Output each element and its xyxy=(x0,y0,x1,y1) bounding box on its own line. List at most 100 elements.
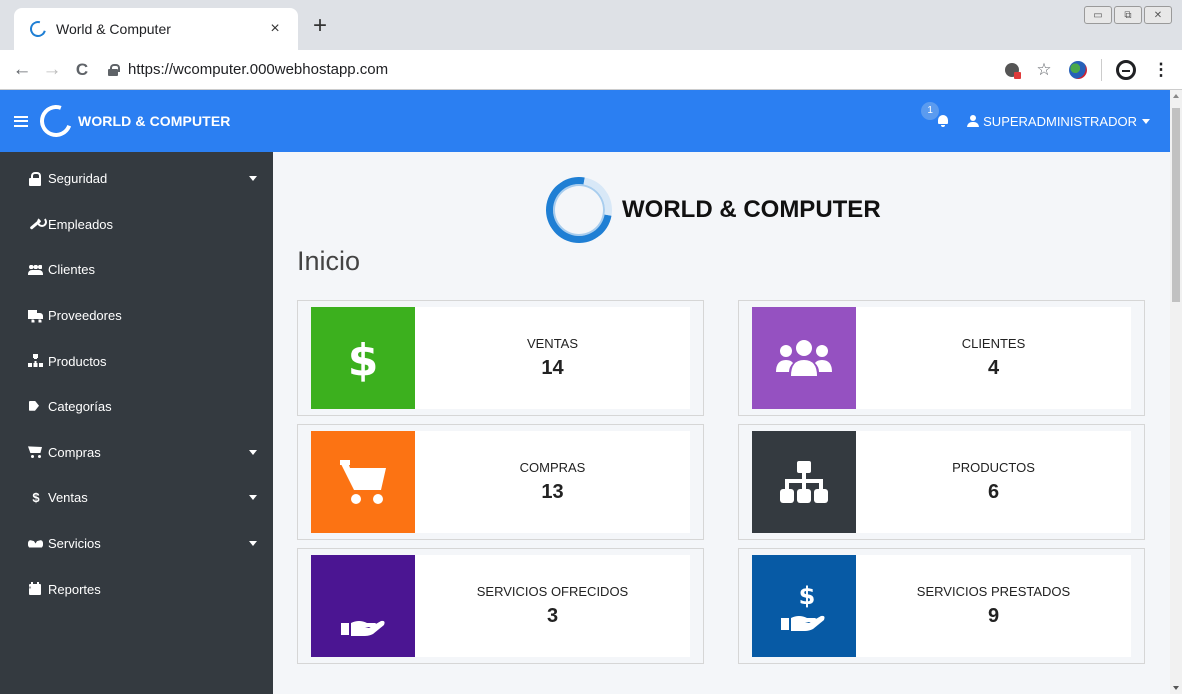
sidebar-item-label: Reportes xyxy=(48,581,101,597)
tab-title: World & Computer xyxy=(56,21,171,37)
cart-icon xyxy=(311,431,415,533)
users-icon xyxy=(752,307,856,409)
sidebar-item-label: Ventas xyxy=(48,490,88,506)
users-icon xyxy=(28,263,44,277)
hand-holding-dollar-icon: $ xyxy=(752,555,856,657)
caret-down-icon xyxy=(249,449,257,455)
user-icon xyxy=(967,115,980,127)
url-input[interactable]: https://wcomputer.000webhostapp.com xyxy=(108,55,1005,85)
wrench-icon xyxy=(28,217,47,231)
sidebar-item-ventas[interactable]: $ Ventas xyxy=(0,475,273,521)
card-value: 14 xyxy=(541,357,564,379)
bell-icon[interactable] xyxy=(937,115,949,127)
sidebar-item-categorias[interactable]: Categorías xyxy=(0,384,273,430)
lock-icon xyxy=(28,171,44,186)
scroll-up-arrow-icon[interactable] xyxy=(1173,94,1179,98)
card-label: SERVICIOS PRESTADOS xyxy=(916,584,1071,599)
card-clientes[interactable]: CLIENTES 4 xyxy=(738,300,1145,416)
brand-name[interactable]: WORLD & COMPUTER xyxy=(78,113,230,129)
card-value: 9 xyxy=(987,605,1000,627)
card-label: SERVICIOS OFRECIDOS xyxy=(476,584,629,599)
card-value: 6 xyxy=(987,481,1000,503)
page-title: Inicio xyxy=(297,246,361,276)
caret-down-icon xyxy=(249,540,257,546)
dollar-icon: $ xyxy=(311,307,415,409)
svg-text:$: $ xyxy=(799,582,816,610)
sidebar-item-reportes[interactable]: Reportes xyxy=(0,566,273,612)
sidebar-item-label: Clientes xyxy=(48,262,95,278)
main-content: WORLD & COMPUTER Inicio $ VENTAS 14 CLIE… xyxy=(273,152,1170,694)
profile-icon[interactable] xyxy=(1116,59,1136,80)
caret-down-icon xyxy=(249,495,257,501)
svg-text:$: $ xyxy=(348,335,379,383)
sidebar-item-label: Seguridad xyxy=(48,171,108,187)
browser-tab[interactable]: World & Computer × xyxy=(14,8,298,50)
card-value: 4 xyxy=(987,357,1000,379)
browser-menu-icon[interactable]: ⋮ xyxy=(1150,59,1172,81)
card-compras[interactable]: COMPRAS 13 xyxy=(297,424,704,540)
bookmark-star-icon[interactable]: ☆ xyxy=(1033,59,1055,81)
close-window-button[interactable]: ✕ xyxy=(1144,6,1172,24)
sidebar: Seguridad Empleados Clientes Proveedores… xyxy=(0,152,273,694)
address-bar: ← → C https://wcomputer.000webhostapp.co… xyxy=(0,50,1182,90)
sitemap-icon xyxy=(28,354,44,368)
minimize-button[interactable]: ▭ xyxy=(1084,6,1112,24)
top-navbar: WORLD & COMPUTER 1 SUPERADMINISTRADOR xyxy=(0,90,1170,152)
page-scrollbar[interactable] xyxy=(1170,90,1182,694)
main-logo: WORLD & COMPUTER xyxy=(533,164,881,256)
caret-down-icon xyxy=(249,176,257,181)
sidebar-item-label: Categorías xyxy=(48,399,112,415)
toolbar-separator xyxy=(1101,58,1102,81)
sitemap-icon xyxy=(752,431,856,533)
scroll-down-arrow-icon[interactable] xyxy=(1173,686,1179,690)
sidebar-item-productos[interactable]: Productos xyxy=(0,338,273,384)
blocked-translate-icon[interactable] xyxy=(1005,62,1021,79)
card-label: COMPRAS xyxy=(519,460,586,475)
window-controls: ▭ ⧉ ✕ xyxy=(1084,6,1172,24)
restore-button[interactable]: ⧉ xyxy=(1114,6,1142,24)
sidebar-item-label: Servicios xyxy=(48,536,101,552)
brand-logo-icon xyxy=(34,99,78,143)
hamburger-menu-icon[interactable] xyxy=(14,115,28,127)
extension-globe-icon[interactable] xyxy=(1069,60,1087,79)
calendar-icon xyxy=(28,582,44,596)
sidebar-item-seguridad[interactable]: Seguridad xyxy=(0,156,273,202)
sidebar-item-proveedores[interactable]: Proveedores xyxy=(0,293,273,339)
sidebar-item-label: Empleados xyxy=(48,216,114,232)
card-ventas[interactable]: $ VENTAS 14 xyxy=(297,300,704,416)
card-servicios-ofrecidos[interactable]: SERVICIOS OFRECIDOS 3 xyxy=(297,548,704,664)
truck-icon xyxy=(28,309,44,323)
sidebar-item-label: Compras xyxy=(48,444,101,460)
url-text: https://wcomputer.000webhostapp.com xyxy=(128,61,389,78)
handshake-icon xyxy=(28,537,44,551)
lock-icon xyxy=(108,63,120,76)
tab-close-icon[interactable]: × xyxy=(266,20,284,38)
user-menu[interactable]: SUPERADMINISTRADOR xyxy=(983,114,1137,129)
card-label: PRODUCTOS xyxy=(952,460,1035,475)
brand-ring-logo-icon xyxy=(533,164,625,256)
sidebar-item-label: Productos xyxy=(48,353,107,369)
back-button[interactable]: ← xyxy=(10,58,34,82)
card-productos[interactable]: PRODUCTOS 6 xyxy=(738,424,1145,540)
reload-button[interactable]: C xyxy=(70,58,94,82)
card-value: 3 xyxy=(546,605,559,627)
new-tab-button[interactable]: + xyxy=(308,14,332,38)
card-servicios-prestados[interactable]: $ SERVICIOS PRESTADOS 9 xyxy=(738,548,1145,664)
tag-icon xyxy=(28,400,44,414)
chevron-down-icon[interactable] xyxy=(1142,118,1150,124)
sidebar-item-clientes[interactable]: Clientes xyxy=(0,247,273,293)
sidebar-item-compras[interactable]: Compras xyxy=(0,430,273,476)
cart-icon xyxy=(28,445,44,459)
scroll-thumb[interactable] xyxy=(1172,108,1180,302)
hand-holding-icon xyxy=(311,555,415,657)
sidebar-item-label: Proveedores xyxy=(48,308,122,324)
sidebar-item-servicios[interactable]: Servicios xyxy=(0,521,273,567)
forward-button[interactable]: → xyxy=(40,58,64,82)
sidebar-item-empleados[interactable]: Empleados xyxy=(0,202,273,248)
app: WORLD & COMPUTER 1 SUPERADMINISTRADOR Se… xyxy=(0,90,1182,694)
card-label: VENTAS xyxy=(526,336,579,351)
card-label: CLIENTES xyxy=(961,336,1026,351)
browser-tab-bar: World & Computer × + ▭ ⧉ ✕ xyxy=(0,0,1182,50)
card-value: 13 xyxy=(541,481,564,503)
site-favicon-icon xyxy=(27,18,49,40)
